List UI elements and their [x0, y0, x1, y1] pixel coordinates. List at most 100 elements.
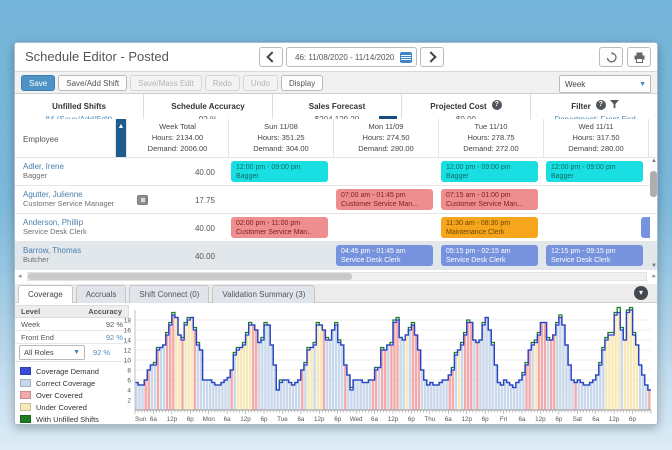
day-cell-tue[interactable]: 07:15 am - 01:00 pm Customer Service Man.… — [439, 186, 544, 214]
help-icon[interactable]: ? — [595, 99, 606, 110]
help-icon[interactable]: ? — [491, 99, 502, 110]
shift-time: 02:00 pm - 11:00 pm — [236, 220, 301, 227]
employee-role: Bagger — [23, 171, 48, 180]
shift-chip[interactable]: 07:00 am - 01:45 pm Customer Service Man.… — [336, 189, 433, 210]
chevron-down-icon: ▾ — [638, 288, 643, 297]
previous-week-button[interactable] — [259, 47, 283, 67]
shift-chip[interactable]: 12:15 pm - 09:15 pm Service Desk Clerk — [546, 245, 643, 266]
shift-chip[interactable]: 12:00 pm - 09:00 pm Bagger — [441, 161, 538, 182]
employee-row[interactable]: Barrow, Thomas Butcher 40.00 04:45 pm - 01:… — [15, 241, 657, 270]
save-add-shift-button[interactable]: Save/Add Shift — [58, 75, 128, 91]
day-cell-wed[interactable]: 12:15 pm - 09:15 pm Service Desk Clerk — [544, 242, 649, 270]
employee-row[interactable]: Agutter, Julienne Customer Service Manage… — [15, 185, 657, 214]
employee-cell[interactable]: Barrow, Thomas Butcher — [15, 242, 116, 270]
summary-label: Schedule Accuracy — [171, 102, 245, 111]
sort-column-header[interactable]: ▲ — [116, 119, 127, 157]
week-range-field[interactable]: 46: 11/08/2020 - 11/14/2020 — [286, 47, 418, 67]
column-header-wed-11-11[interactable]: Wed 11/11 Hours: 317.50 Demand: 280.00 — [544, 119, 649, 157]
employee-cell[interactable]: Adler, Irene Bagger — [15, 158, 116, 186]
svg-text:6a: 6a — [445, 416, 453, 423]
column-header-tue-11-10[interactable]: Tue 11/10 Hours: 278.75 Demand: 272.00 — [439, 119, 544, 157]
column-header-mon-11-09[interactable]: Mon 11/09 Hours: 274.50 Demand: 280.00 — [334, 119, 439, 157]
filter-funnel-icon[interactable] — [606, 96, 619, 113]
tab-validation-summary-3-[interactable]: Validation Summary (3) — [212, 285, 316, 304]
day-cell-sun[interactable]: 12:00 pm - 09:00 pm Bagger — [229, 158, 334, 186]
scroll-right-icon[interactable]: ▸ — [652, 273, 656, 281]
save-button[interactable]: Save — [21, 75, 56, 91]
tab-coverage[interactable]: Coverage — [18, 285, 73, 304]
column-label: Mon 11/09 — [368, 122, 404, 131]
scroll-up-icon[interactable]: ▲ — [649, 158, 657, 164]
shift-chip[interactable]: 05:15 pm - 02:15 am Service Desk Clerk — [441, 245, 538, 266]
employee-role: Service Desk Clerk — [23, 227, 87, 236]
employee-role: Butcher — [23, 255, 49, 264]
day-cell-mon[interactable] — [334, 158, 439, 186]
column-label: Tue 11/10 — [474, 122, 508, 131]
day-cell-mon[interactable]: 04:45 pm - 01:45 am Service Desk Clerk — [334, 242, 439, 270]
summary-schedule-accuracy: Schedule Accuracy92 % — [144, 94, 273, 124]
svg-text:16: 16 — [124, 328, 132, 335]
day-cell-sun[interactable] — [229, 242, 334, 270]
svg-text:18: 18 — [124, 318, 132, 325]
day-cell-mon[interactable]: 07:00 am - 01:45 pm Customer Service Man.… — [334, 186, 439, 214]
day-cell-tue[interactable]: 05:15 pm - 02:15 am Service Desk Clerk — [439, 242, 544, 270]
day-cell-wed[interactable] — [544, 186, 649, 214]
employee-cell[interactable]: Agutter, Julienne Customer Service Manage… — [15, 186, 116, 214]
display-button[interactable]: Display — [280, 75, 324, 91]
employee-role: Customer Service Manager — [23, 199, 115, 208]
day-cell-wed[interactable]: 12:00 pm - 09:00 pm Bagger — [544, 158, 649, 186]
svg-text:6p: 6p — [629, 416, 637, 423]
employee-row[interactable]: Anderson, Phillip Service Desk Clerk 40.00… — [15, 213, 657, 242]
column-header-sun-11-08[interactable]: Sun 11/08 Hours: 351.25 Demand: 304.00 — [229, 116, 397, 157]
print-button[interactable] — [627, 47, 651, 67]
tab-accruals[interactable]: Accruals — [75, 285, 127, 304]
grid-vertical-scrollbar[interactable]: ▲ ▼ — [649, 158, 657, 269]
svg-text:12p: 12p — [240, 416, 251, 423]
svg-text:14: 14 — [124, 338, 132, 345]
svg-text:6p: 6p — [555, 416, 563, 423]
column-hours: Hours: 274.50 — [362, 133, 410, 142]
scroll-down-icon[interactable]: ▼ — [649, 263, 657, 269]
day-cell-tue[interactable]: 11:30 am - 08:30 pm Maintenance Clerk — [439, 214, 544, 242]
shift-role: Customer Service Man... — [446, 201, 524, 208]
week-total-hours: 40.00 — [194, 168, 215, 177]
svg-text:12p: 12p — [535, 416, 546, 423]
employee-name: Agutter, Julienne — [23, 190, 83, 199]
view-mode-select[interactable]: Week ▼ — [559, 75, 651, 93]
summary-filter: Filter?Department: Front End — [531, 94, 657, 124]
day-cell-sun[interactable]: 02:00 pm - 11:00 pm Customer Service Man.… — [229, 214, 334, 242]
shift-chip[interactable]: 12:00 pm - 09:00 pm Bagger — [231, 161, 328, 182]
day-cell-wed[interactable] — [544, 214, 649, 242]
shift-chip[interactable]: 11:30 am - 08:30 pm Maintenance Clerk — [441, 217, 538, 238]
employee-cell[interactable]: Anderson, Phillip Service Desk Clerk — [15, 214, 116, 242]
shift-chip[interactable]: 02:00 pm - 11:00 pm Customer Service Man.… — [231, 217, 328, 238]
vertical-scroll-thumb[interactable] — [650, 171, 657, 197]
horizontal-scroll-thumb[interactable] — [28, 273, 352, 280]
day-cell-tue[interactable]: 12:00 pm - 09:00 pm Bagger — [439, 158, 544, 186]
scroll-left-icon[interactable]: ◂ — [18, 273, 22, 281]
next-week-button[interactable] — [420, 47, 445, 67]
column-header-week-total[interactable]: Week Total Hours: 2134.00 Demand: 2006.00 — [127, 119, 229, 157]
calendar-icon[interactable] — [400, 51, 413, 63]
toolbar-buttons: Save Save/Add Shift Save/Mass Edit Redo Undo… — [21, 75, 324, 91]
column-demand: Demand: 280.00 — [568, 144, 624, 153]
shift-time: 07:00 am - 01:45 pm — [341, 192, 406, 199]
refresh-button[interactable] — [599, 47, 623, 67]
employee-column-header: Employee — [15, 119, 116, 157]
column-demand: Demand: 272.00 — [463, 144, 519, 153]
shift-chip[interactable]: 07:15 am - 01:00 pm Customer Service Man.… — [441, 189, 538, 210]
collapse-panel-button[interactable]: ▾ — [634, 286, 648, 300]
column-demand: Demand: 304.00 — [253, 144, 309, 153]
day-cell-sun[interactable] — [229, 186, 334, 214]
grid-horizontal-scrollbar[interactable]: ◂ ▸ — [15, 272, 657, 282]
shift-chip[interactable]: 04:45 pm - 01:45 am Service Desk Clerk — [336, 245, 433, 266]
tab-shift-connect-0-[interactable]: Shift Connect (0) — [129, 285, 210, 304]
day-cell-mon[interactable] — [334, 214, 439, 242]
svg-text:Mon: Mon — [203, 416, 216, 423]
svg-text:6: 6 — [127, 378, 131, 385]
employee-row[interactable]: Adler, Irene Bagger 40.00 12:00 pm - 09:00 … — [15, 157, 657, 186]
summary-label-row: Sales Forecast — [273, 96, 401, 114]
chart-area: 2 4 6 8 10 12 14 16 18 Sun 6a 12p 6p Mon 6a 12p 6p Tue 6a 1… — [107, 303, 657, 424]
all-roles-select[interactable]: All Roles ▼ — [19, 345, 85, 360]
shift-chip[interactable]: 12:00 pm - 09:00 pm Bagger — [546, 161, 643, 182]
